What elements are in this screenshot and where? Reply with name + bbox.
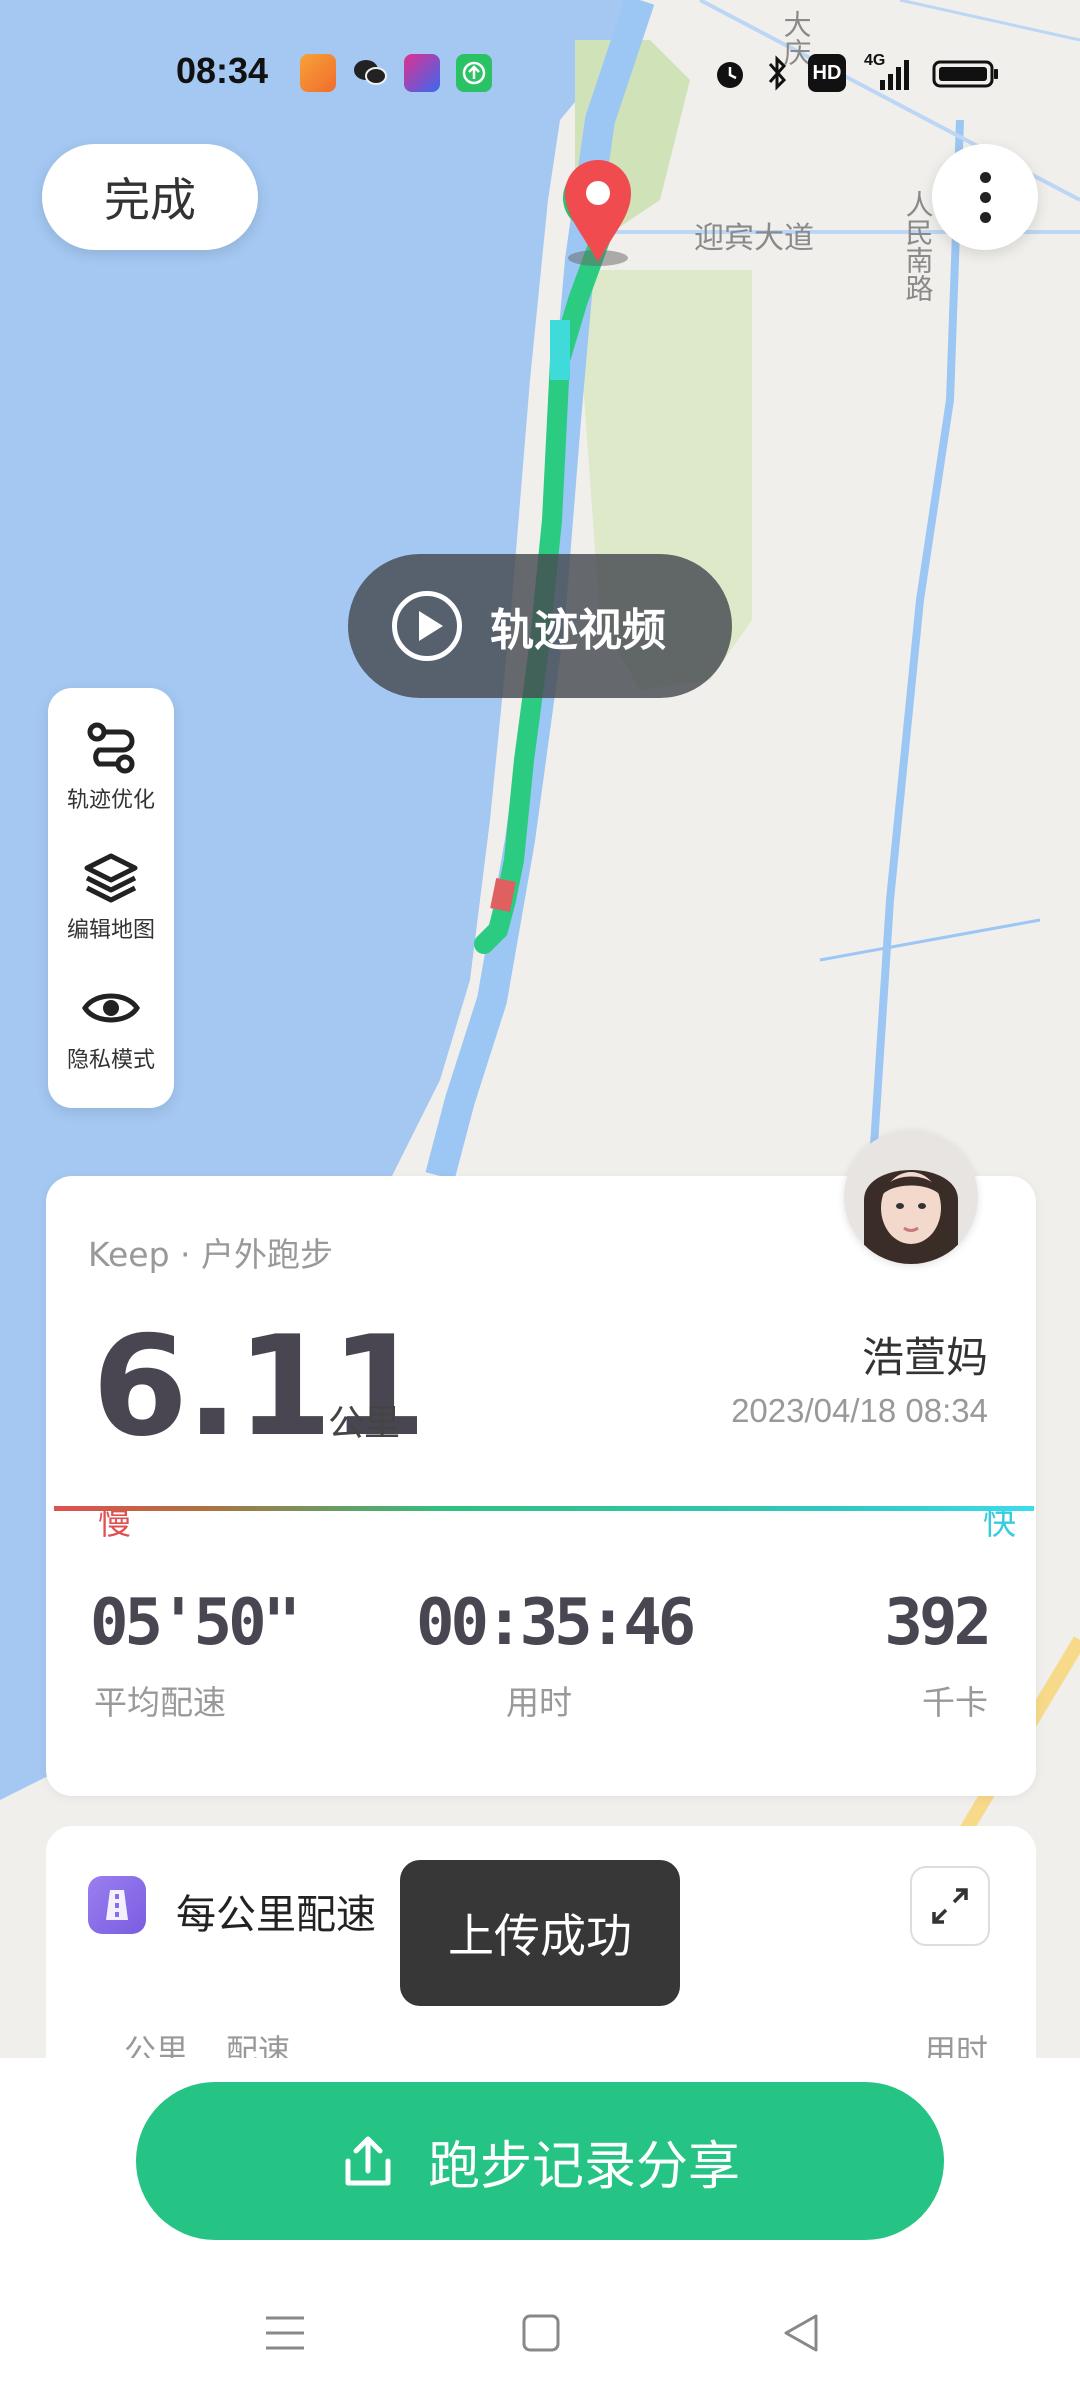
more-options-button[interactable]: [932, 144, 1038, 250]
duration-value: 00:35:46: [416, 1586, 696, 1660]
calories-value: 392: [884, 1586, 992, 1660]
user-name: 浩萱妈: [861, 1333, 988, 1382]
alarm-icon: [712, 54, 748, 92]
layers-icon: [84, 853, 138, 903]
4g-signal-icon: 4G: [864, 52, 916, 92]
eye-icon: [82, 993, 140, 1023]
fast-label: 快: [983, 1503, 1016, 1542]
tool-edit-map[interactable]: 编辑地图: [48, 848, 174, 944]
distance-unit: 公里: [328, 1403, 401, 1444]
route-optimize-icon: [87, 722, 135, 774]
bluetooth-icon: [762, 54, 792, 92]
track-video-button[interactable]: 轨迹视频: [348, 554, 732, 698]
track-video-label: 轨迹视频: [490, 605, 666, 656]
done-button[interactable]: 完成: [42, 144, 258, 250]
avatar[interactable]: [844, 1130, 978, 1264]
share-icon: [345, 2136, 391, 2186]
more-dot-icon: [980, 192, 991, 203]
road-label-yingbin: 迎宾大道: [694, 221, 814, 256]
share-label: 跑步记录分享: [427, 2136, 740, 2197]
hd-icon: HD: [808, 54, 846, 92]
tool-label: 轨迹优化: [66, 788, 155, 813]
nav-menu-icon[interactable]: [262, 2310, 308, 2356]
km-pace-title: 每公里配速: [176, 1892, 376, 1938]
play-icon: [392, 591, 462, 661]
slow-label: 慢: [98, 1503, 131, 1542]
run-datetime: 2023/04/18 08:34: [731, 1392, 988, 1429]
tool-label: 隐私模式: [66, 1048, 155, 1073]
expand-button[interactable]: [910, 1866, 990, 1946]
brand-heart-icon: [300, 54, 336, 92]
calories-label: 千卡: [922, 1683, 988, 1722]
pace-gradient-bar: [54, 1506, 1034, 1511]
more-dot-icon: [980, 212, 991, 223]
km-pace-icon: [88, 1876, 146, 1934]
map-tools-panel: 轨迹优化 编辑地图 隐私模式: [48, 688, 174, 1108]
avg-pace-label: 平均配速: [94, 1683, 226, 1722]
duration-label: 用时: [506, 1683, 572, 1722]
road-label-renmin: 人民南路: [902, 190, 935, 302]
upload-app-icon: [456, 54, 492, 92]
net-type-label: 4G: [864, 52, 886, 69]
activity-subtitle: Keep · 户外跑步: [88, 1235, 334, 1274]
wechat-icon: [352, 54, 388, 92]
run-summary-card: Keep · 户外跑步 6.11 公里 浩萱妈 2023/04/18 08:34…: [46, 1176, 1036, 1796]
nav-home-icon[interactable]: [518, 2310, 564, 2356]
nav-back-icon[interactable]: [778, 2310, 824, 2356]
share-run-button[interactable]: 跑步记录分享: [136, 2082, 944, 2240]
battery-icon: [932, 54, 1000, 92]
video-app-icon: [404, 54, 440, 92]
avg-pace-value: 05'50": [90, 1586, 301, 1660]
tool-privacy-mode[interactable]: 隐私模式: [48, 978, 174, 1074]
status-bar: 08:34 HD 4G: [0, 40, 1080, 110]
more-dot-icon: [980, 172, 991, 183]
status-time: 08:34: [176, 50, 269, 91]
upload-success-toast: 上传成功: [400, 1860, 680, 2006]
expand-icon: [932, 1888, 968, 1924]
tool-route-optimize[interactable]: 轨迹优化: [48, 718, 174, 814]
tool-label: 编辑地图: [66, 918, 155, 943]
